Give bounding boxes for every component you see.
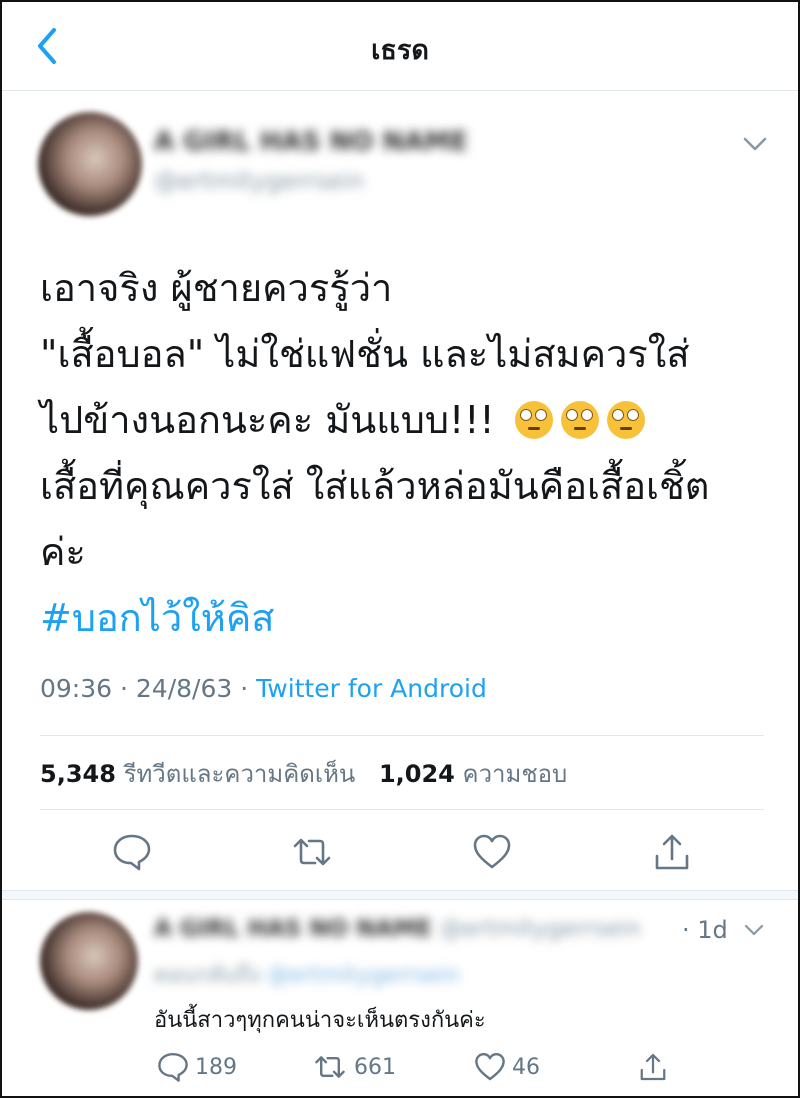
- retweet-icon: [315, 1056, 345, 1078]
- reply-retweet-button[interactable]: 661: [312, 1050, 396, 1084]
- tweet-line: ค่ะ: [40, 530, 86, 574]
- divider: [40, 735, 764, 736]
- reply-like-button[interactable]: 46: [474, 1050, 540, 1084]
- tweet-body: เอาจริง ผู้ชายควรรู้ว่า "เสื้อบอล" ไม่ใช…: [40, 255, 770, 651]
- reply-to-label: ตอบกลับถึง: [154, 963, 261, 988]
- chevron-down-icon[interactable]: [742, 920, 766, 940]
- avatar[interactable]: [40, 912, 138, 1010]
- avatar[interactable]: [38, 112, 142, 216]
- reply-count: 189: [195, 1054, 237, 1080]
- retweets-count[interactable]: 5,348: [40, 760, 116, 788]
- reply-time: · 1d: [682, 916, 728, 944]
- reply-to-handle: @ertmitygerrsein: [267, 963, 460, 988]
- likes-count[interactable]: 1,024: [379, 760, 455, 788]
- retweet-icon[interactable]: [292, 832, 332, 872]
- tweet-date: 24/8/63: [135, 674, 233, 703]
- tweet-line: เอาจริง ผู้ชายควรรู้ว่า: [40, 266, 393, 310]
- eye-roll-emoji-icon: [560, 401, 599, 439]
- eye-roll-emoji-icon: [606, 401, 645, 439]
- reply-icon[interactable]: [112, 832, 152, 872]
- share-icon: [640, 1053, 666, 1081]
- chevron-down-icon[interactable]: [740, 132, 770, 156]
- share-icon[interactable]: [652, 832, 692, 872]
- author-handle[interactable]: @ertmitygerrsein: [154, 167, 364, 195]
- tweet-line: เสื้อที่คุณควรใส่ ใส่แล้วหล่อมันคือเสื้อ…: [40, 464, 710, 508]
- like-heart-icon[interactable]: [472, 832, 512, 872]
- page-title: เธรด: [371, 35, 429, 66]
- divider: [40, 809, 764, 810]
- reply-icon: [158, 1053, 188, 1082]
- like-heart-icon: [475, 1053, 505, 1081]
- tweet-time: 09:36: [40, 674, 113, 703]
- screen: เธรด A GIRL HAS NO NAME @ertmitygerrsein…: [0, 0, 800, 1098]
- thread-separator: [2, 890, 798, 900]
- reply-author-name-text: A GIRL HAS NO NAME: [154, 916, 432, 942]
- reply-author-handle-inline: @ertmitygerrsein: [439, 916, 642, 942]
- reply-to-line[interactable]: ตอบกลับถึง @ertmitygerrsein: [154, 957, 460, 992]
- eye-roll-emoji-icon: [514, 401, 553, 439]
- reply-share-button[interactable]: [638, 1050, 674, 1084]
- likes-label[interactable]: ความชอบ: [463, 760, 568, 788]
- hashtag-link[interactable]: #บอกไว้ให้คิส: [40, 596, 274, 640]
- top-nav-bar: เธรด: [2, 2, 798, 91]
- reply-author-name[interactable]: A GIRL HAS NO NAME @ertmitygerrsein: [154, 916, 641, 942]
- tweet-stats: 5,348 รีทวีตและความคิดเห็น 1,024 ความชอบ: [40, 754, 583, 793]
- tweet-meta: 09:36 · 24/8/63 · Twitter for Android: [40, 674, 487, 703]
- retweets-label[interactable]: รีทวีตและความคิดเห็น: [124, 760, 356, 788]
- tweet-source-link[interactable]: Twitter for Android: [256, 674, 487, 703]
- like-count: 46: [512, 1054, 540, 1080]
- reply-reply-button[interactable]: 189: [157, 1050, 237, 1084]
- tweet-line-text: ไปข้างนอกนะคะ มันแบบ!!!: [40, 398, 495, 442]
- author-name[interactable]: A GIRL HAS NO NAME: [154, 127, 468, 157]
- retweet-count: 661: [354, 1054, 396, 1080]
- tweet-line: "เสื้อบอล" ไม่ใช่แฟชั่น และไม่สมควรใส่: [40, 332, 690, 376]
- tweet-line: ไปข้างนอกนะคะ มันแบบ!!!: [40, 387, 770, 453]
- tweet-line: #บอกไว้ให้คิส: [40, 585, 770, 651]
- reply-body: อันนี้สาวๆทุกคนน่าจะเห็นตรงกันค่ะ: [154, 1008, 486, 1033]
